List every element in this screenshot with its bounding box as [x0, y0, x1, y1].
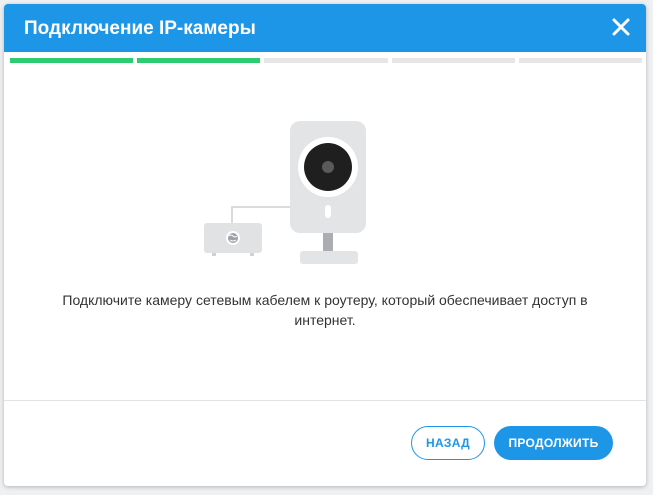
back-button[interactable]: НАЗАД	[411, 426, 485, 460]
camera-icon	[290, 121, 366, 264]
progress-step	[137, 58, 261, 63]
cable-icon	[231, 206, 290, 223]
close-button[interactable]	[608, 14, 634, 40]
connection-illustration	[184, 119, 374, 269]
progress-step	[10, 58, 134, 63]
progress-step	[264, 58, 388, 63]
dialog-header: Подключение IP-камеры	[4, 4, 646, 52]
progress-step	[391, 58, 515, 63]
progress-step	[518, 58, 643, 63]
dialog-title: Подключение IP-камеры	[24, 18, 256, 39]
dialog: Подключение IP-камеры Подключите камеру …	[4, 4, 646, 486]
continue-button[interactable]: ПРОДОЛЖИТЬ	[494, 426, 613, 460]
globe-icon	[226, 231, 240, 245]
instruction-text: Подключите камеру сетевым кабелем к роут…	[62, 292, 588, 328]
router-icon	[204, 223, 262, 256]
close-icon	[612, 18, 630, 36]
footer-divider	[4, 400, 646, 401]
step-progress	[10, 58, 643, 63]
